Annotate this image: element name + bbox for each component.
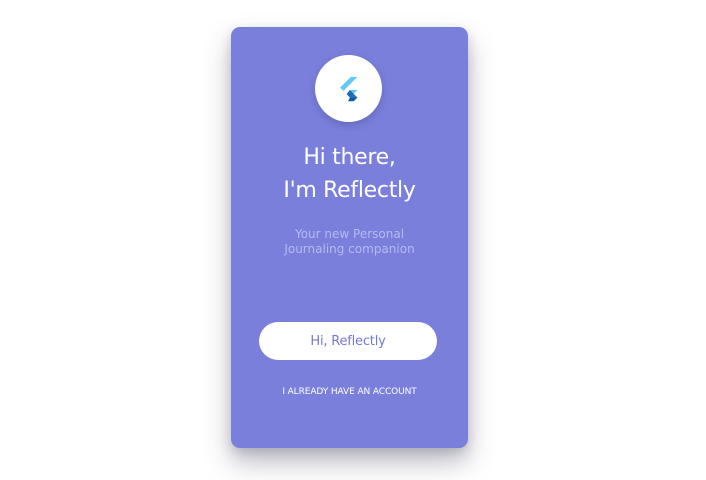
subtitle-line-2: Journaling companion [284, 242, 415, 256]
onboarding-card: Hi there, I'm Reflectly Your new Persona… [231, 27, 468, 448]
existing-account-link[interactable]: I ALREADY HAVE AN ACCOUNT [231, 385, 468, 399]
flutter-logo-icon [339, 76, 357, 101]
headline-app-name: I'm Reflectly [283, 178, 416, 203]
headline-greeting: Hi there, [303, 145, 396, 170]
app-preview: Hi there, I'm Reflectly Your new Persona… [0, 0, 706, 480]
logo-badge [315, 55, 382, 122]
subtitle-line-1: Your new Personal [294, 227, 405, 241]
hi-reflectly-button[interactable]: Hi, Reflectly [259, 322, 437, 360]
